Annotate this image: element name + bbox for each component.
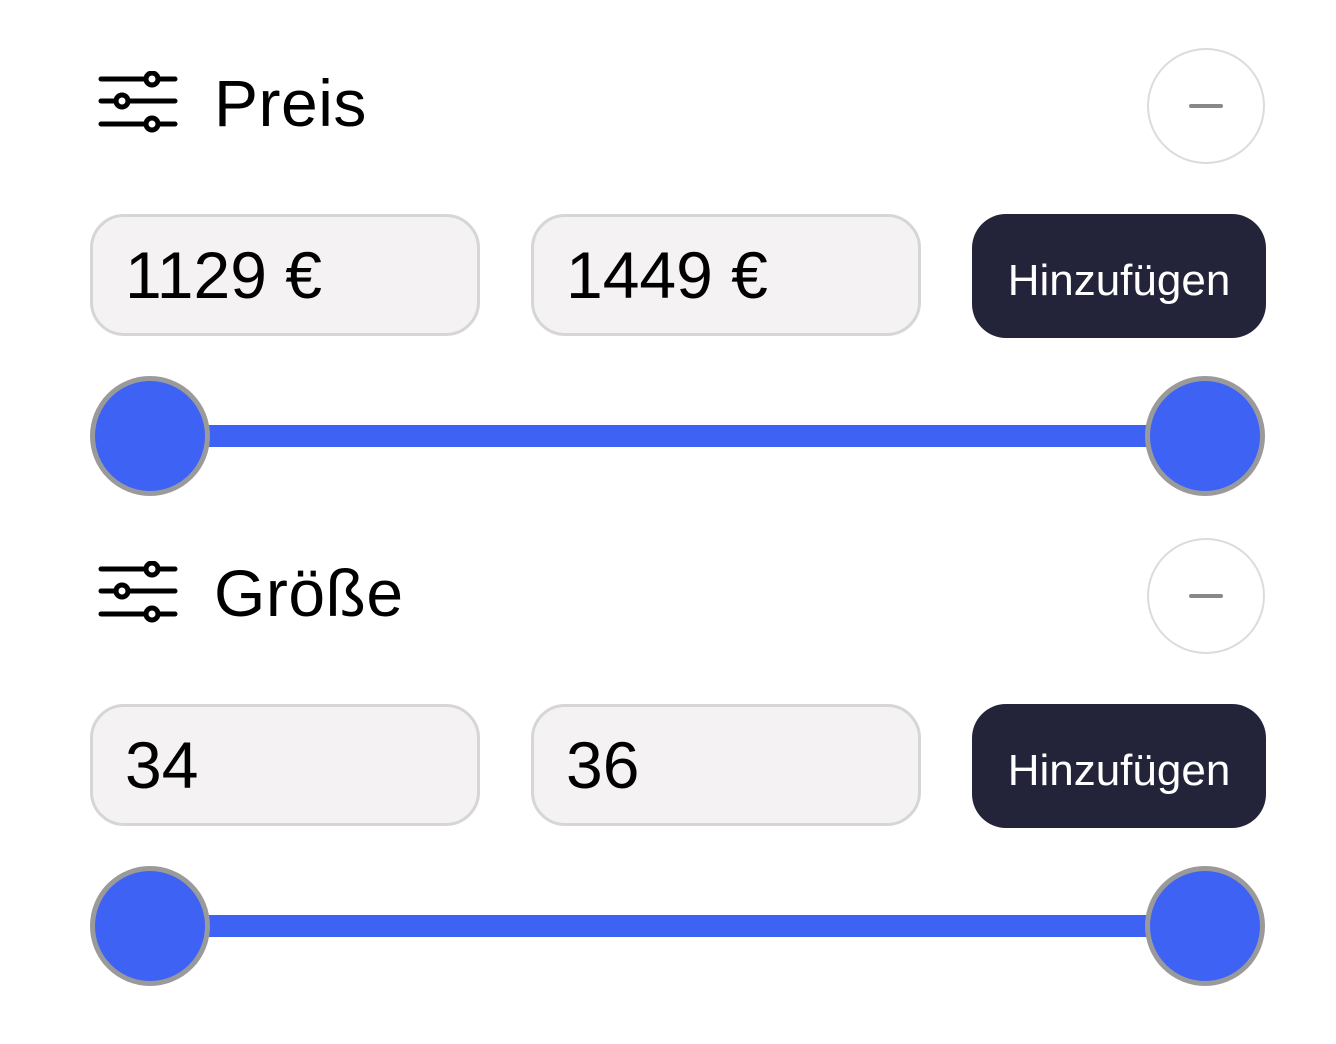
price-filter-header: Preis (98, 48, 367, 158)
size-add-button[interactable]: Hinzufügen (972, 704, 1266, 828)
price-filter-section: Preis Hinzufügen (0, 0, 1336, 496)
size-slider-max-handle[interactable] (1145, 866, 1265, 986)
size-min-input[interactable] (90, 704, 480, 826)
minus-icon (1189, 104, 1223, 108)
sliders-icon (98, 561, 178, 625)
price-min-input[interactable] (90, 214, 480, 336)
size-filter-header: Größe (98, 538, 404, 648)
size-collapse-button[interactable] (1147, 538, 1265, 654)
price-add-button[interactable]: Hinzufügen (972, 214, 1266, 338)
price-filter-title: Preis (214, 66, 367, 140)
size-filter-title: Größe (214, 556, 404, 630)
minus-icon (1189, 594, 1223, 598)
size-max-input[interactable] (531, 704, 921, 826)
price-max-input[interactable] (531, 214, 921, 336)
price-slider-max-handle[interactable] (1145, 376, 1265, 496)
price-slider-min-handle[interactable] (90, 376, 210, 496)
price-slider-track[interactable] (150, 425, 1206, 447)
size-slider-min-handle[interactable] (90, 866, 210, 986)
sliders-icon (98, 71, 178, 135)
price-collapse-button[interactable] (1147, 48, 1265, 164)
size-slider-track[interactable] (150, 915, 1206, 937)
size-filter-section: Größe Hinzufügen (0, 490, 1336, 986)
